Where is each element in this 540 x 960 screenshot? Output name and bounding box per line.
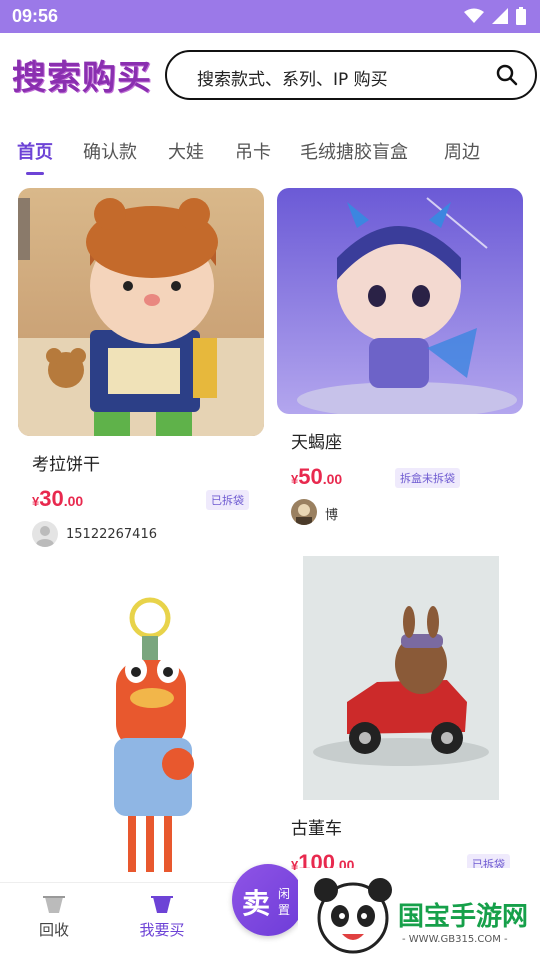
tab-hanging-card[interactable]: 吊卡 (235, 138, 271, 164)
default-avatar-icon (36, 526, 54, 547)
sell-button-label[interactable]: 卖 (242, 882, 270, 922)
seller-name: 博 (325, 508, 339, 523)
battery-icon (516, 7, 526, 25)
product-image[interactable] (18, 188, 264, 436)
sell-button[interactable]: 卖 闲置 (232, 864, 304, 936)
nav-recycle-label[interactable]: 回收 (19, 919, 89, 940)
product-image[interactable] (18, 568, 264, 882)
tab-plush-blindbox[interactable]: 毛绒搪胶盲盒 (300, 138, 408, 164)
tab-merch[interactable]: 周边 (444, 138, 480, 164)
recycle-icon (43, 896, 65, 913)
product-card[interactable] (18, 568, 264, 882)
tab-underline (26, 172, 44, 175)
category-tabs: 首页 确认款 大娃 吊卡 毛绒搪胶盲盒 周边 (0, 138, 540, 178)
tab-confirmed[interactable]: 确认款 (83, 138, 137, 164)
product-card[interactable]: 天蝎座 ¥50.00 拆盒未拆袋 博 (277, 188, 523, 528)
product-card[interactable]: 古董车 ¥100.00 已拆袋 (277, 552, 523, 882)
tab-big-doll[interactable]: 大娃 (168, 138, 204, 164)
search-placeholder[interactable]: 搜索款式、系列、IP 购买 (197, 65, 388, 90)
watermark-title: 国宝手游网 (398, 902, 529, 932)
status-time: 09:56 (12, 6, 59, 26)
nav-recycle[interactable]: 回收 (19, 893, 89, 940)
product-price: ¥30.00 (32, 486, 84, 511)
sell-button-sublabel[interactable]: 闲置 (278, 886, 292, 918)
user-avatar-icon (296, 504, 312, 525)
product-title: 天蝎座 (291, 433, 342, 453)
condition-badge: 拆盒未拆袋 (395, 468, 460, 488)
watermark: 国宝手游网 - WWW.GB315.COM - (298, 868, 540, 960)
product-image[interactable] (277, 188, 523, 414)
condition-badge: 已拆袋 (206, 490, 249, 510)
search-bar[interactable]: 搜索款式、系列、IP 购买 (165, 50, 537, 100)
signal-icon (492, 8, 508, 24)
product-title: 考拉饼干 (32, 455, 100, 475)
product-image[interactable] (277, 552, 523, 802)
panda-logo-icon (314, 878, 392, 954)
wifi-icon (464, 8, 484, 23)
nav-buy[interactable]: 我要买 (127, 893, 197, 940)
tab-home[interactable]: 首页 (17, 138, 53, 164)
status-icons (464, 7, 526, 25)
status-bar: 09:56 (0, 0, 540, 33)
nav-buy-label[interactable]: 我要买 (127, 919, 197, 940)
product-card[interactable]: 考拉饼干 ¥30.00 已拆袋 15122267416 (18, 188, 264, 554)
avatar[interactable] (291, 499, 317, 525)
product-title: 古董车 (291, 819, 342, 839)
buy-icon (151, 896, 173, 913)
search-icon[interactable] (495, 63, 519, 87)
seller-name: 15122267416 (66, 527, 157, 542)
app-logo: 搜索购买 (12, 58, 152, 98)
avatar[interactable] (32, 521, 58, 547)
product-price: ¥50.00 (291, 464, 343, 489)
watermark-url: - WWW.GB315.COM - (402, 934, 508, 945)
